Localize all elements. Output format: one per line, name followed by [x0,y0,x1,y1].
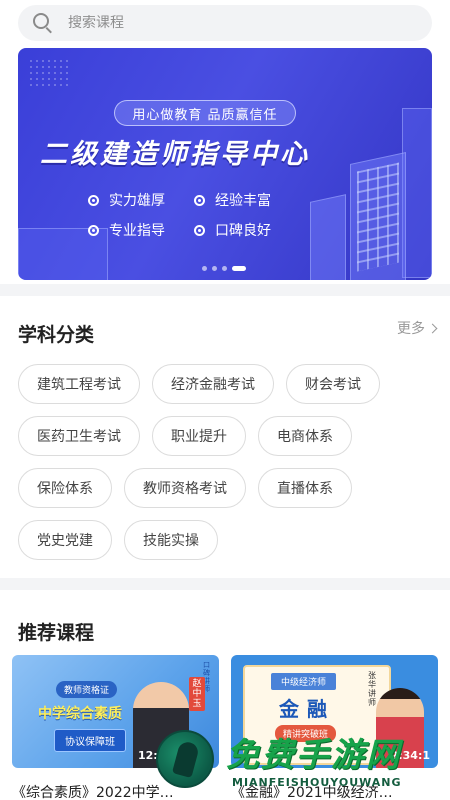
subject-tag[interactable]: 保险体系 [18,468,112,508]
subjects-title: 学科分类 [18,324,95,346]
banner-feature: 口碑良好 [194,220,271,240]
teacher-name: 赵中玉 [189,677,205,711]
subject-tag[interactable]: 教师资格考试 [124,468,246,508]
subject-tag[interactable]: 技能实操 [124,520,218,560]
thumb-title: 金融 [279,697,335,721]
subject-tag[interactable]: 直播体系 [258,468,352,508]
carousel-dot[interactable] [212,266,217,271]
carousel-dot-active[interactable] [232,266,246,271]
thumb-badge: 教师资格证 [56,681,118,698]
more-label: 更多 [397,321,425,337]
banner-decoration [28,58,68,88]
bullet-icon [194,194,205,206]
bullet-icon [194,224,205,236]
banner-building [350,152,406,280]
thumb-badge: 中级经济师 [271,673,337,690]
chevron-right-icon [427,323,438,333]
banner-feature: 实力雄厚 [88,190,165,210]
subject-tag[interactable]: 建筑工程考试 [18,364,140,404]
banner-building [310,194,346,280]
carousel-dot[interactable] [202,266,207,271]
section-divider [0,578,450,590]
thumb-title: 中学综合素质 [38,706,122,722]
banner-building [402,108,432,278]
carousel-indicator[interactable] [202,266,246,271]
subject-tag[interactable]: 职业提升 [152,416,246,456]
recommend-title: 推荐课程 [18,622,95,644]
search-bar[interactable] [18,5,432,41]
banner-slogan: 用心做教育 品质赢信任 [114,100,296,126]
more-link[interactable]: 更多 [397,318,438,338]
bullet-icon [88,224,99,236]
section-divider [0,284,450,296]
watermark-logo-icon [156,730,214,788]
watermark-url: MIANFEISHOUYOUWANG [232,776,402,789]
search-input[interactable] [68,15,388,31]
subject-tag[interactable]: 党史党建 [18,520,112,560]
watermark: 免费手游网 MIANFEISHOUYOUWANG [150,728,450,800]
thumb-button: 协议保障班 [54,729,126,752]
subject-tag[interactable]: 经济金融考试 [152,364,274,404]
subject-tag[interactable]: 电商体系 [258,416,352,456]
subject-tag[interactable]: 医药卫生考试 [18,416,140,456]
subject-tag[interactable]: 财会考试 [286,364,380,404]
carousel-dot[interactable] [222,266,227,271]
search-icon [32,12,54,34]
watermark-text: 免费手游网 [226,735,401,774]
promo-banner[interactable]: 用心做教育 品质赢信任 二级建造师指导中心 实力雄厚 经验丰富 专业指导 口碑良… [18,48,432,280]
subject-tags: 建筑工程考试 经济金融考试 财会考试 医药卫生考试 职业提升 电商体系 保险体系… [18,364,438,572]
banner-feature: 专业指导 [88,220,165,240]
bullet-icon [88,194,99,206]
banner-feature: 经验丰富 [194,190,271,210]
banner-headline: 二级建造师指导中心 [40,139,310,170]
